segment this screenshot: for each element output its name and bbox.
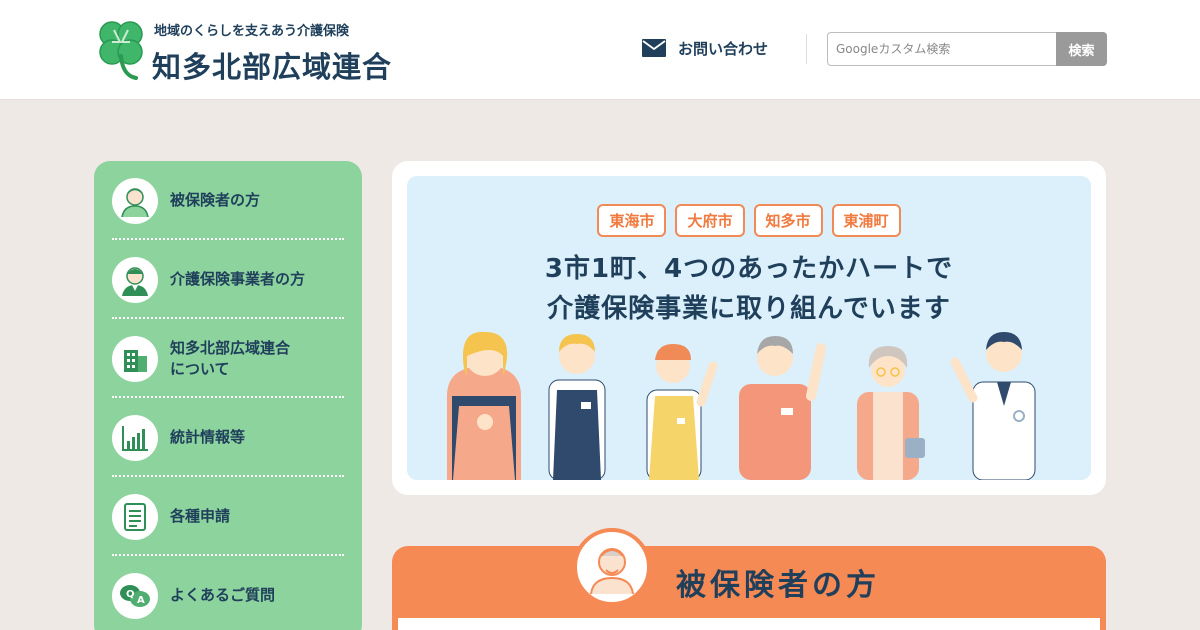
clover-logo-icon <box>99 21 143 80</box>
svg-text:Q: Q <box>126 589 135 600</box>
hero-headline-line1: 3市1町、4つのあったかハートで <box>544 254 954 284</box>
insured-section: 被保険者の方 <box>392 528 1106 630</box>
svg-text:A: A <box>137 595 145 606</box>
care-worker-icon <box>112 256 158 303</box>
person-illustration <box>548 334 606 480</box>
person-illustration <box>447 331 521 480</box>
contact-label: お問い合わせ <box>678 39 769 58</box>
city-badge: 大府市 <box>675 204 745 237</box>
sidebar-item-label: 統計情報等 <box>170 428 246 446</box>
contact-link[interactable]: お問い合わせ <box>642 36 768 60</box>
elderly-person-icon <box>573 528 651 606</box>
document-icon <box>112 493 158 540</box>
section-title: 被保険者の方 <box>676 568 880 603</box>
section-content <box>398 618 1100 630</box>
header-divider <box>806 34 807 64</box>
person-illustration <box>646 344 718 480</box>
search-form: 検索 <box>827 32 1107 66</box>
hero-headline-line2: 介護保険事業に取り組んでいます <box>547 294 951 324</box>
sidebar-item-statistics[interactable]: 統計情報等 <box>112 398 344 477</box>
city-badge: 東海市 <box>597 204 667 237</box>
site-tagline: 地域のくらしを支えあう介護保険 <box>154 24 350 39</box>
people-illustration <box>447 331 1036 480</box>
sidebar-item-care-providers[interactable]: 介護保険事業者の方 <box>112 240 344 319</box>
elderly-person-icon <box>112 177 158 224</box>
search-button[interactable]: 検索 <box>1056 32 1107 66</box>
sidebar-item-label: 各種申請 <box>170 507 231 525</box>
sidebar-item-label: よくあるご質問 <box>170 586 276 604</box>
sidebar-item-about[interactable]: 知多北部広域連合 について <box>112 319 344 398</box>
person-illustration <box>950 332 1036 480</box>
sidebar-item-insured[interactable]: 被保険者の方 <box>112 161 344 240</box>
sidebar-item-applications[interactable]: 各種申請 <box>112 477 344 556</box>
site-logo[interactable]: 地域のくらしを支えあう介護保険 知多北部広域連合 <box>92 16 432 86</box>
bar-chart-icon <box>112 414 158 461</box>
city-badge: 知多市 <box>753 204 823 237</box>
qa-bubble-icon: Q A <box>112 572 158 619</box>
hero-banner: 東海市 大府市 知多市 東浦町 3市1町、4つのあったかハートで 介護保険事業に… <box>392 161 1106 495</box>
sidebar-item-label: 介護保険事業者の方 <box>170 270 306 288</box>
person-illustration <box>739 336 826 480</box>
sidebar-item-label: 知多北部広域連合 について <box>170 338 291 378</box>
hero-inner: 東海市 大府市 知多市 東浦町 3市1町、4つのあったかハートで 介護保険事業に… <box>407 176 1091 480</box>
site-title: 知多北部広域連合 <box>152 50 393 84</box>
city-badges: 東海市 大府市 知多市 東浦町 <box>407 204 1091 237</box>
mail-icon <box>642 39 666 57</box>
sidebar-nav: 被保険者の方 介護保険事業者の方 知多北部広域連合 について 統計情報等 各種申… <box>94 161 362 630</box>
sidebar-item-label: 被保険者の方 <box>170 191 261 209</box>
site-header: 地域のくらしを支えあう介護保険 知多北部広域連合 お問い合わせ 検索 <box>0 0 1200 100</box>
sidebar-item-faq[interactable]: Q A よくあるご質問 <box>112 556 344 630</box>
city-badge: 東浦町 <box>831 204 901 237</box>
search-input[interactable] <box>827 32 1056 66</box>
building-icon <box>112 335 158 382</box>
person-illustration <box>857 346 925 480</box>
